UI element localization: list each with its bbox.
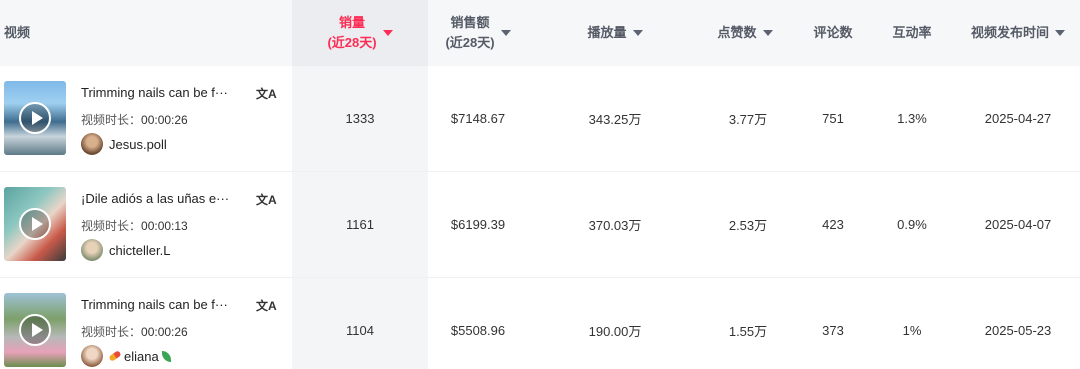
video-duration: 视频时长：00:00:26 bbox=[81, 111, 188, 128]
column-header-likes[interactable]: 点赞数 bbox=[700, 0, 790, 66]
revenue-value: $5508.96 bbox=[450, 323, 506, 338]
sort-caret-icon[interactable] bbox=[1055, 30, 1065, 36]
leaf-emoji-icon bbox=[161, 350, 171, 362]
likes-value: 2.53万 bbox=[728, 218, 768, 233]
engagement-value: 1.3% bbox=[897, 111, 927, 126]
video-thumbnail[interactable] bbox=[4, 187, 66, 261]
video-title[interactable]: Trimming nails can be f··· bbox=[81, 85, 228, 100]
sort-caret-icon[interactable] bbox=[632, 30, 643, 36]
author-name[interactable]: Jesus.poll bbox=[109, 137, 167, 152]
author-name[interactable]: chicteller.L bbox=[109, 243, 170, 258]
sales-value: 1333 bbox=[345, 111, 375, 126]
sales-value: 1161 bbox=[346, 217, 374, 232]
column-header-sales[interactable]: 销量 (近28天) bbox=[292, 0, 428, 66]
likes-value: 3.77万 bbox=[728, 112, 768, 127]
duration-value: 00:00:26 bbox=[141, 325, 188, 339]
video-duration: 视频时长：00:00:26 bbox=[81, 323, 188, 340]
column-header-video: 视频 bbox=[4, 25, 31, 40]
revenue-value: $7148.67 bbox=[450, 111, 506, 126]
publish-date-value: 2025-04-27 bbox=[984, 111, 1052, 126]
avatar[interactable] bbox=[81, 133, 103, 155]
column-header-likes-label: 点赞数 bbox=[717, 25, 757, 40]
comments-value: 751 bbox=[822, 111, 844, 126]
duration-label: 视频时长： bbox=[81, 219, 142, 233]
table-row[interactable]: Trimming nails can be f··· 文A 视频时长：00:00… bbox=[0, 66, 1080, 172]
publish-date-value: 2025-04-07 bbox=[984, 217, 1052, 232]
table-row[interactable]: Trimming nails can be f··· 文A 视频时长：00:00… bbox=[0, 278, 1080, 369]
engagement-value: 0.9% bbox=[897, 217, 927, 232]
column-header-publish-time-label: 视频发布时间 bbox=[970, 25, 1049, 40]
duration-label: 视频时长： bbox=[81, 113, 142, 127]
translate-icon[interactable]: 文A bbox=[256, 297, 277, 314]
revenue-value: $6199.39 bbox=[450, 217, 506, 232]
author-name[interactable]: eliana bbox=[124, 349, 159, 364]
publish-date-value: 2025-05-23 bbox=[984, 323, 1052, 338]
author[interactable]: eliana bbox=[81, 344, 171, 368]
column-header-sales-sublabel: (近28天) bbox=[327, 35, 377, 50]
sort-caret-icon[interactable] bbox=[500, 30, 511, 36]
translate-icon[interactable]: 文A bbox=[256, 191, 277, 208]
author[interactable]: chicteller.L bbox=[81, 238, 170, 262]
column-header-comments: 评论数 bbox=[813, 25, 853, 40]
column-header-publish-time[interactable]: 视频发布时间 bbox=[956, 0, 1080, 66]
views-value: 190.00万 bbox=[588, 324, 642, 339]
column-header-revenue[interactable]: 销售额 (近28天) bbox=[428, 0, 528, 66]
engagement-value: 1% bbox=[902, 323, 922, 338]
table-header: 视频 销量 (近28天) 销售额 (近28天) 播放量 点赞数 评论数 互动率 bbox=[0, 0, 1080, 66]
avatar[interactable] bbox=[81, 345, 103, 367]
column-header-engagement: 互动率 bbox=[892, 25, 932, 40]
column-header-sales-label: 销量 bbox=[338, 15, 365, 30]
views-value: 343.25万 bbox=[588, 112, 642, 127]
likes-value: 1.55万 bbox=[728, 324, 768, 339]
column-header-revenue-sublabel: (近28天) bbox=[445, 35, 495, 50]
play-icon[interactable] bbox=[19, 314, 51, 346]
sort-desc-icon[interactable] bbox=[382, 30, 393, 36]
video-sales-table: 视频 销量 (近28天) 销售额 (近28天) 播放量 点赞数 评论数 互动率 bbox=[0, 0, 1080, 369]
sort-caret-icon[interactable] bbox=[762, 30, 773, 36]
duration-value: 00:00:13 bbox=[141, 219, 188, 233]
avatar[interactable] bbox=[81, 239, 103, 261]
comments-value: 373 bbox=[822, 323, 844, 338]
video-thumbnail[interactable] bbox=[4, 293, 66, 367]
pill-emoji-icon bbox=[108, 350, 122, 362]
video-duration: 视频时长：00:00:13 bbox=[81, 217, 188, 234]
translate-icon[interactable]: 文A bbox=[256, 85, 277, 102]
duration-value: 00:00:26 bbox=[141, 113, 188, 127]
video-title[interactable]: Trimming nails can be f··· bbox=[81, 297, 228, 312]
column-header-views-label: 播放量 bbox=[587, 25, 627, 40]
views-value: 370.03万 bbox=[588, 218, 642, 233]
comments-value: 423 bbox=[822, 217, 844, 232]
duration-label: 视频时长： bbox=[81, 325, 142, 339]
column-header-revenue-label: 销售额 bbox=[450, 15, 490, 30]
video-thumbnail[interactable] bbox=[4, 81, 66, 155]
table-row[interactable]: ¡Dile adiós a las uñas e··· 文A 视频时长：00:0… bbox=[0, 172, 1080, 278]
play-icon[interactable] bbox=[19, 208, 51, 240]
column-header-views[interactable]: 播放量 bbox=[560, 0, 670, 66]
video-title[interactable]: ¡Dile adiós a las uñas e··· bbox=[81, 191, 229, 206]
sales-value: 1104 bbox=[346, 323, 374, 338]
play-icon[interactable] bbox=[19, 102, 51, 134]
author[interactable]: Jesus.poll bbox=[81, 132, 167, 156]
